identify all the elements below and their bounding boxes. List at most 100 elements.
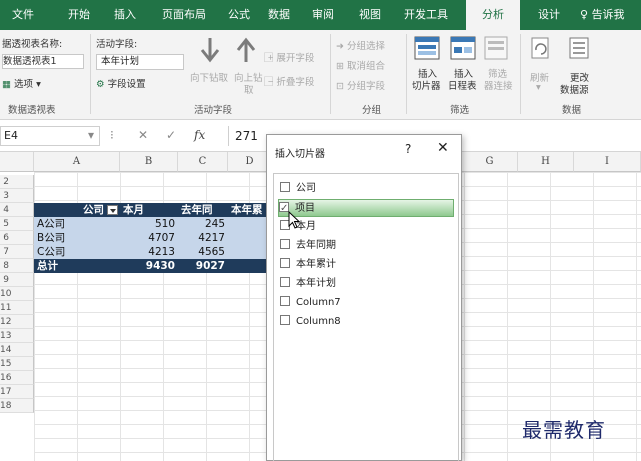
expand-field-button[interactable]: +⃞ 展开字段 <box>268 50 314 64</box>
collapse-field-button[interactable]: −⃞ 折叠字段 <box>268 74 314 88</box>
row-header[interactable]: 8 <box>0 259 34 273</box>
column-header-c[interactable]: C <box>178 152 228 172</box>
row-header[interactable]: 15 <box>0 357 34 371</box>
change-data-source-icon <box>569 37 589 59</box>
help-icon[interactable]: ? <box>405 142 411 156</box>
slicer-field-item-selected[interactable]: 项目 <box>278 199 454 218</box>
row-header[interactable]: 7 <box>0 245 34 259</box>
pivot-header-last-year[interactable]: 去年同 <box>178 203 228 217</box>
active-field-input[interactable]: 本年计划 <box>96 54 184 70</box>
close-icon[interactable]: ✕ <box>437 140 449 156</box>
pivot-cell[interactable] <box>228 245 266 259</box>
column-header-h[interactable]: H <box>518 152 574 172</box>
refresh-icon <box>531 37 549 59</box>
cancel-icon[interactable]: ✕ <box>138 128 148 142</box>
checkbox[interactable] <box>280 296 290 306</box>
row-header[interactable]: 16 <box>0 371 34 385</box>
ribbon-separator <box>90 34 91 114</box>
pivot-total-cell[interactable]: 9430 <box>120 259 178 273</box>
drill-up-button-line2: 取 <box>244 85 254 96</box>
row-header[interactable]: 3 <box>0 189 34 203</box>
row-header[interactable]: 2 <box>0 175 34 189</box>
pivot-header-company[interactable]: 公司 <box>34 203 120 217</box>
pivot-cell[interactable]: 510 <box>120 217 178 231</box>
ungroup-button[interactable]: ⊞ 取消组合 <box>336 58 385 72</box>
expand-field-label: 展开字段 <box>276 53 315 64</box>
slicer-field-item[interactable]: Column8 <box>280 313 452 331</box>
tab-design[interactable]: 设计 <box>532 0 566 30</box>
tab-insert[interactable]: 插入 <box>108 0 142 30</box>
column-header-g[interactable]: G <box>462 152 518 172</box>
row-header[interactable]: 17 <box>0 385 34 399</box>
row-header[interactable]: 5 <box>0 217 34 231</box>
row-header[interactable]: 6 <box>0 231 34 245</box>
slicer-field-item[interactable]: 本年累计 <box>280 256 452 274</box>
tab-analyze[interactable]: 分析 <box>466 0 520 30</box>
tab-developer[interactable]: 开发工具 <box>396 0 456 30</box>
row-header[interactable]: 10 <box>0 287 34 301</box>
slicer-field-item[interactable]: Column7 <box>280 294 452 312</box>
pivot-row-label[interactable]: A公司 <box>34 217 120 231</box>
name-box[interactable]: E4 <box>0 126 100 146</box>
pivot-cell[interactable]: 4217 <box>178 231 228 245</box>
column-header-b[interactable]: B <box>120 152 178 172</box>
pivot-header-month[interactable]: 本月 <box>120 203 178 217</box>
row-header[interactable]: 11 <box>0 301 34 315</box>
pivot-row-label[interactable]: C公司 <box>34 245 120 259</box>
pivot-header-ytd[interactable]: 本年累 <box>228 203 266 217</box>
tab-page-layout[interactable]: 页面布局 <box>156 0 212 30</box>
refresh-dropdown-icon[interactable]: ▾ <box>536 82 541 93</box>
group-selection-button[interactable]: ➜ 分组选择 <box>336 38 385 52</box>
row-header[interactable]: 12 <box>0 315 34 329</box>
pivot-total-cell[interactable]: 9027 <box>178 259 228 273</box>
pivot-options-label: 选项 <box>14 79 34 90</box>
pivot-total-cell[interactable] <box>228 259 266 273</box>
pivot-options-button[interactable]: ▦ 选项 ▾ <box>2 76 41 90</box>
column-header-a[interactable]: A <box>34 152 120 172</box>
ribbon-tab-bar: 文件 开始 插入 页面布局 公式 数据 审阅 视图 开发工具 分析 设计 ♀ 告… <box>0 0 641 30</box>
field-settings-button[interactable]: ⚙ 字段设置 <box>96 76 146 90</box>
tab-review[interactable]: 审阅 <box>306 0 340 30</box>
pivot-cell[interactable] <box>228 231 266 245</box>
tab-data[interactable]: 数据 <box>262 0 296 30</box>
tab-file[interactable]: 文件 <box>6 0 40 30</box>
drill-down-button[interactable]: 向下钻取 <box>190 70 228 84</box>
filter-dropdown-icon[interactable] <box>107 205 118 215</box>
pivot-name-input[interactable]: 数据透视表1 <box>2 54 84 69</box>
checkbox[interactable] <box>280 277 290 287</box>
enter-check-icon[interactable]: ✓ <box>166 128 176 142</box>
slicer-field-list[interactable]: 公司 项目 本月 去年同期 本年累计 本年计划 Column7 Column8 <box>273 173 459 461</box>
slicer-field-item[interactable]: 去年同期 <box>280 237 452 255</box>
checkbox[interactable] <box>280 258 290 268</box>
tab-view[interactable]: 视图 <box>350 0 390 30</box>
group-field-button[interactable]: ⊡ 分组字段 <box>336 78 385 92</box>
row-header[interactable]: 14 <box>0 343 34 357</box>
tab-formulas[interactable]: 公式 <box>222 0 256 30</box>
pivot-total-label[interactable]: 总计 <box>34 259 120 273</box>
chevron-down-icon[interactable]: ▾ <box>88 128 94 142</box>
slicer-icon <box>414 36 440 60</box>
row-header[interactable]: 9 <box>0 273 34 287</box>
separator-dots-icon: ⁝ <box>110 128 114 142</box>
slicer-field-item[interactable]: 本年计划 <box>280 275 452 293</box>
tab-home[interactable]: 开始 <box>62 0 96 30</box>
pivot-row-label[interactable]: B公司 <box>34 231 120 245</box>
checkbox[interactable] <box>280 315 290 325</box>
pivot-cell[interactable]: 4213 <box>120 245 178 259</box>
pivot-cell[interactable]: 245 <box>178 217 228 231</box>
tell-me-box[interactable]: ♀ 告诉我 <box>580 0 641 30</box>
column-header-i[interactable]: I <box>574 152 641 172</box>
pivot-cell[interactable]: 4565 <box>178 245 228 259</box>
fx-icon[interactable]: fx <box>194 128 205 142</box>
pivot-cell[interactable]: 4707 <box>120 231 178 245</box>
insert-slicer-button-line2: 切片器 <box>412 81 441 92</box>
slicer-field-item[interactable]: 公司 <box>280 180 452 198</box>
slicer-field-item[interactable]: 本月 <box>280 218 452 236</box>
row-header[interactable]: 18 <box>0 399 34 413</box>
row-header[interactable]: 4 <box>0 203 34 217</box>
checkbox[interactable] <box>280 239 290 249</box>
row-header[interactable]: 13 <box>0 329 34 343</box>
select-all-corner[interactable] <box>0 152 34 172</box>
pivot-cell[interactable] <box>228 217 266 231</box>
checkbox[interactable] <box>280 182 290 192</box>
